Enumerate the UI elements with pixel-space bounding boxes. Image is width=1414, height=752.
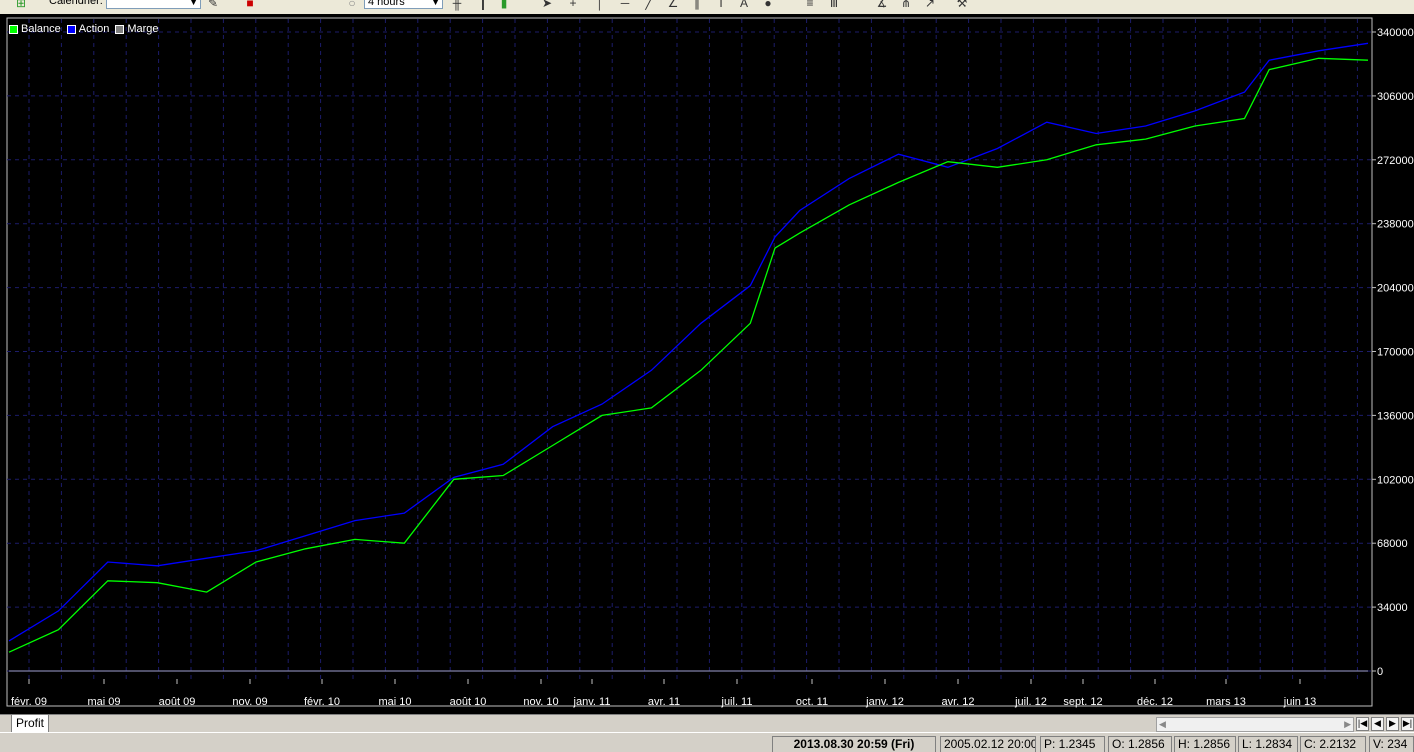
angle-icon[interactable]: ∠: [666, 0, 680, 10]
pencil-icon[interactable]: ✎: [206, 0, 220, 10]
fibonacci-icon[interactable]: ≡: [803, 0, 817, 10]
y-tick-label: 68000: [1377, 538, 1408, 550]
legend-label-balance: Balance: [21, 23, 61, 35]
first-page-icon[interactable]: |◀: [1356, 717, 1369, 731]
chart-canvas: 3400003060002720002380002040001700001360…: [6, 17, 1414, 708]
candle-green-icon[interactable]: ▮: [497, 0, 511, 10]
calendar-select[interactable]: ▼: [106, 0, 201, 9]
x-tick-label: août 10: [450, 696, 487, 708]
ray-icon[interactable]: ↗: [923, 0, 937, 10]
x-tick-label: juil. 11: [721, 696, 753, 708]
text-icon[interactable]: T: [714, 0, 728, 10]
horizontal-line-icon[interactable]: ─: [618, 0, 632, 10]
x-tick-label: févr. 10: [304, 696, 340, 708]
x-tick-label: nov. 10: [523, 696, 558, 708]
scroll-left-icon[interactable]: ◀: [1159, 718, 1166, 730]
x-tick-label: nov. 09: [232, 696, 267, 708]
y-tick-label: 340000: [1377, 27, 1414, 39]
series-line-balance: [8, 57, 1369, 653]
chart-legend: Balance Action Marge: [9, 23, 159, 35]
last-page-icon[interactable]: ▶|: [1401, 717, 1414, 731]
legend-item-balance: Balance: [9, 23, 61, 35]
tab-bar: Profit ◀ ▶ |◀ ◀ ▶ ▶|: [0, 714, 1414, 733]
gann-icon[interactable]: Ⅲ: [827, 0, 841, 10]
record-icon[interactable]: ■: [243, 0, 257, 10]
y-tick-label: 238000: [1377, 219, 1414, 231]
status-bar: 2013.08.30 20:59 (Fri) 2005.02.12 20:00 …: [0, 732, 1414, 752]
tab-profit[interactable]: Profit: [11, 715, 50, 733]
plot-frame: [6, 17, 1373, 707]
y-tick-label: 272000: [1377, 155, 1414, 167]
tools-icon[interactable]: ⚒: [955, 0, 969, 10]
x-tick-label: janv. 12: [865, 696, 904, 708]
y-tick-label: 170000: [1377, 347, 1414, 359]
vertical-line-icon[interactable]: │: [593, 0, 607, 10]
next-page-icon[interactable]: ▶: [1386, 717, 1399, 731]
series-line-action: [8, 42, 1369, 642]
y-tick-label: 306000: [1377, 91, 1414, 103]
equity-chart[interactable]: 340000 306000 272000 238000 204000 170000 1360…: [0, 14, 1414, 714]
chevron-down-icon: ▼: [189, 0, 198, 7]
y-tick-label: 34000: [1377, 602, 1408, 614]
arc-icon[interactable]: ∡: [875, 0, 889, 10]
horizontal-scrollbar[interactable]: ◀ ▶: [1156, 717, 1354, 732]
timeframe-select-value: 4 hours: [368, 0, 405, 8]
crosshair-icon[interactable]: +: [566, 0, 580, 10]
legend-swatch-marge: [115, 24, 125, 34]
x-tick-label: oct. 11: [796, 696, 828, 708]
x-tick-label: déc. 12: [1137, 696, 1173, 708]
legend-item-action: Action: [66, 23, 110, 35]
slider-knob-icon[interactable]: ○: [345, 0, 359, 10]
label-icon[interactable]: A: [737, 0, 751, 10]
cursor-icon[interactable]: ➤: [540, 0, 554, 10]
legend-label-marge: Marge: [127, 23, 159, 35]
timeframe-select[interactable]: 4 hours ▼: [364, 0, 443, 9]
x-tick-label: sept. 12: [1063, 696, 1102, 708]
x-tick-label: avr. 12: [941, 696, 974, 708]
channel-icon[interactable]: ∥: [690, 0, 704, 10]
legend-swatch-action: [66, 24, 76, 34]
x-tick-label: févr. 09: [11, 696, 47, 708]
x-tick-label: mai 10: [378, 696, 411, 708]
y-tick-label: 204000: [1377, 283, 1414, 295]
shape-icon[interactable]: ●: [761, 0, 775, 10]
x-tick-label: août 09: [159, 696, 196, 708]
previous-page-icon[interactable]: ◀: [1371, 717, 1384, 731]
add-calendar-icon[interactable]: ⊞: [14, 0, 28, 10]
x-tick-label: juin 13: [1283, 696, 1316, 708]
calendar-label: Calendrier:: [49, 0, 103, 7]
x-tick-label: mai 09: [87, 696, 120, 708]
trendline-icon[interactable]: ╱: [642, 0, 656, 10]
candlestick-icon[interactable]: ┃: [476, 0, 490, 10]
x-tick-label: avr. 11: [648, 696, 680, 708]
chevron-down-icon: ▼: [431, 0, 440, 7]
x-tick-label: juil. 12: [1014, 696, 1047, 708]
toolbar: ⊞ Calendrier: ▼ ✎ ■ ○ 4 hours ▼ ╫ ┃ ▮ ➤ …: [0, 0, 1414, 15]
legend-label-action: Action: [78, 23, 110, 35]
fan-icon[interactable]: ⌒: [851, 0, 865, 10]
bar-chart-icon[interactable]: ╫: [450, 0, 464, 10]
legend-item-marge: Marge: [115, 23, 159, 35]
x-tick-label: janv. 11: [573, 696, 611, 708]
y-tick-label: 136000: [1377, 410, 1414, 422]
y-tick-label: 0: [1377, 666, 1383, 678]
y-tick-label: 102000: [1377, 474, 1414, 486]
x-tick-label: mars 13: [1206, 696, 1246, 708]
pitchfork-icon[interactable]: ⋔: [899, 0, 913, 10]
scroll-right-icon[interactable]: ▶: [1344, 718, 1351, 730]
legend-swatch-balance: [9, 24, 18, 34]
